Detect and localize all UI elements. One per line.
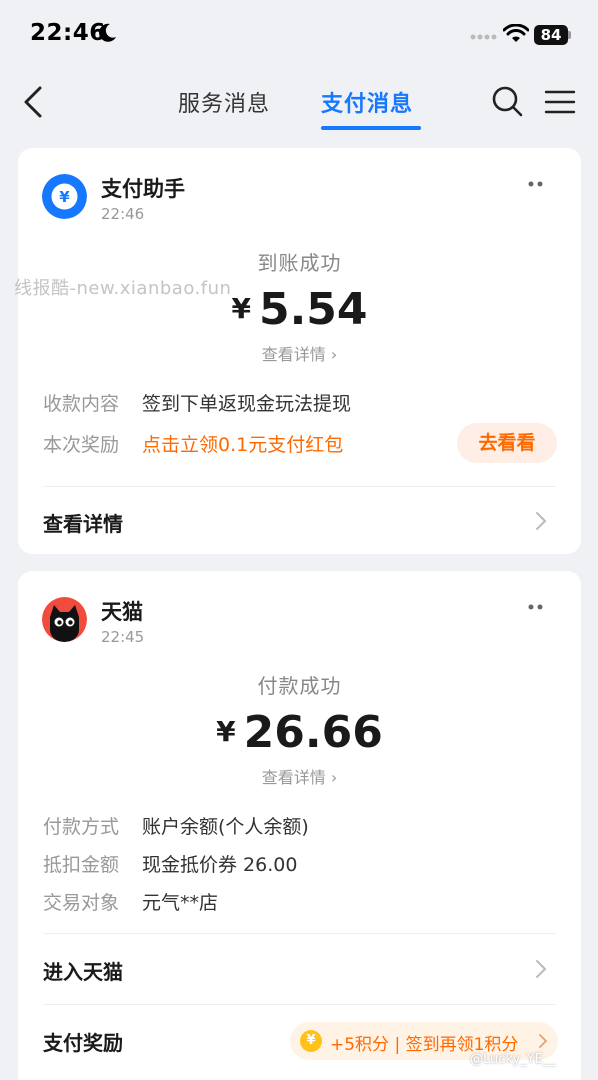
divider — [43, 933, 556, 934]
chevron-right-icon: › — [330, 345, 338, 364]
more-options-icon[interactable] — [526, 178, 546, 190]
tmall-avatar — [42, 597, 87, 642]
chevron-right-icon: › — [330, 768, 338, 787]
action-label: 查看详情 — [43, 512, 123, 536]
view-details-link-label: 查看详情 — [261, 345, 326, 364]
currency-symbol: ¥ — [231, 292, 251, 325]
svg-text:¥: ¥ — [59, 188, 70, 206]
watermark-text: 线报酷-new.xianbao.fun — [14, 278, 232, 299]
transaction-amount: ¥26.66 — [18, 707, 581, 758]
sender-name: 支付助手 — [101, 177, 185, 201]
tab-service-messages[interactable]: 服务消息 — [178, 86, 270, 118]
menu-icon[interactable] — [544, 88, 576, 116]
weibo-watermark: @Lucky_YE__ — [470, 1052, 556, 1067]
divider — [43, 1004, 556, 1005]
row-label: 收款内容 — [43, 393, 120, 415]
view-details-row[interactable]: 查看详情 — [18, 496, 581, 546]
view-details-link[interactable]: 查看详情 › — [18, 764, 581, 788]
go-see-button[interactable]: 去看看 — [457, 423, 557, 463]
pay-assistant-avatar: ¥ — [42, 174, 87, 219]
row-value: 元气**店 — [142, 892, 219, 914]
transaction-status: 到账成功 — [257, 251, 342, 275]
row-value: 签到下单返现金玩法提现 — [142, 393, 352, 415]
row-value: 账户余额(个人余额) — [142, 816, 309, 838]
row-label: 抵扣金额 — [43, 854, 120, 876]
amount-value: 5.54 — [258, 284, 368, 335]
row-label: 付款方式 — [43, 816, 120, 838]
row-label: 交易对象 — [43, 892, 120, 914]
view-details-link-label: 查看详情 — [261, 768, 326, 787]
row-label: 本次奖励 — [43, 434, 120, 456]
message-card-tmall[interactable]: 天猫 22:45 付款成功 ¥26.66 查看详情 › 付款方式 账户余额(个人… — [18, 571, 581, 1080]
transaction-status: 付款成功 — [257, 674, 342, 698]
nav-bar: 服务消息 支付消息 — [0, 70, 598, 135]
back-arrow-icon[interactable] — [20, 84, 50, 120]
action-label: 进入天猫 — [43, 960, 123, 984]
divider — [43, 486, 556, 487]
action-label: 支付奖励 — [43, 1031, 123, 1055]
status-time: 22:46 — [30, 20, 106, 46]
row-value: 现金抵价券 26.00 — [142, 854, 298, 876]
sender-name: 天猫 — [101, 600, 143, 624]
battery-nub — [568, 31, 571, 39]
tab-payment-messages[interactable]: 支付消息 — [321, 86, 413, 118]
message-card-pay-assistant[interactable]: ¥ 支付助手 22:46 到账成功 ¥5.54 查看详情 › 收款内容 签到下单… — [18, 148, 581, 554]
more-options-icon[interactable] — [526, 601, 546, 613]
reward-link[interactable]: 点击立领0.1元支付红包 — [142, 430, 343, 457]
message-time: 22:45 — [101, 628, 145, 646]
battery-indicator: 84 — [534, 25, 568, 45]
signal-dots-icon — [470, 34, 497, 40]
view-details-link[interactable]: 查看详情 › — [18, 341, 581, 365]
chevron-right-icon — [536, 960, 547, 978]
status-bar: 22:46 84 — [0, 0, 598, 70]
moon-icon — [99, 23, 116, 42]
chevron-right-icon — [536, 512, 547, 530]
active-tab-indicator — [321, 126, 421, 130]
chevron-right-icon — [539, 1034, 548, 1048]
search-icon[interactable] — [490, 84, 524, 118]
enter-tmall-row[interactable]: 进入天猫 — [18, 944, 581, 994]
currency-symbol: ¥ — [216, 715, 236, 748]
coin-icon: ¥ — [300, 1030, 322, 1052]
message-time: 22:46 — [101, 205, 145, 223]
amount-value: 26.66 — [243, 707, 383, 758]
wifi-icon — [503, 24, 529, 42]
